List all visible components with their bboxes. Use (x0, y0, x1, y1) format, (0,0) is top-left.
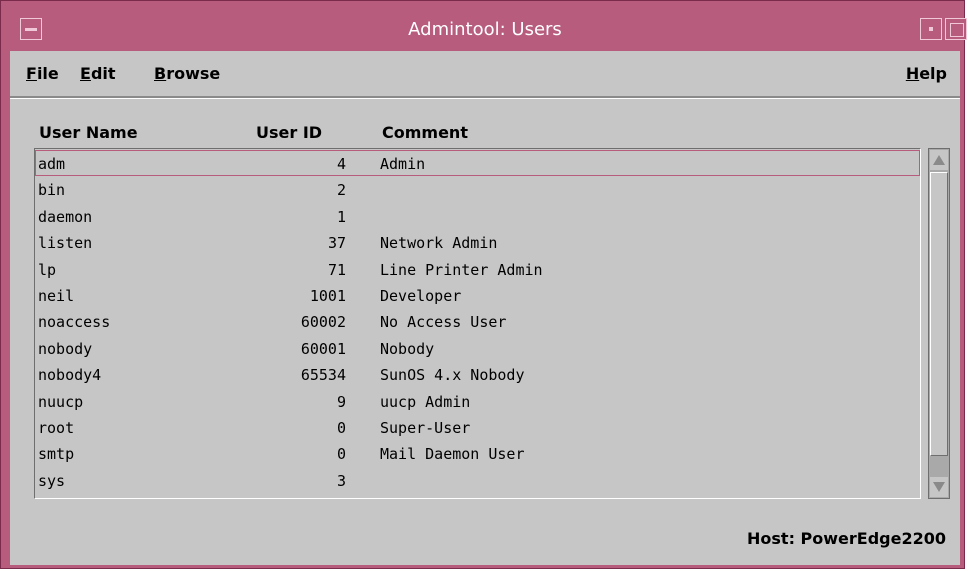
user-name-cell: sys (38, 471, 66, 490)
user-row[interactable]: root 0 Super-User (35, 414, 920, 440)
user-id-cell: 0 (336, 419, 346, 437)
user-comment-cell: uucp Admin (380, 392, 471, 411)
user-name-cell: lp (38, 260, 57, 279)
user-row[interactable]: nobody 60001 Nobody (35, 335, 920, 361)
user-comment-cell: Mail Daemon User (380, 445, 525, 464)
user-row[interactable]: daemon 1 (35, 203, 920, 229)
user-id-cell: 3 (336, 471, 346, 490)
vertical-scrollbar[interactable] (928, 148, 950, 499)
maximize-button[interactable] (945, 18, 967, 40)
user-id-cell: 0 (336, 445, 346, 464)
user-comment-cell: Developer (380, 287, 462, 305)
user-row[interactable]: noaccess 60002 No Access User (35, 308, 920, 334)
user-comment-cell: Line Printer Admin (380, 260, 543, 279)
menu-bar: File Edit Browse Help (10, 51, 960, 98)
user-id-cell: 4 (336, 155, 346, 173)
user-name-cell: listen (38, 234, 93, 253)
column-header-user-name: User Name (39, 123, 138, 142)
user-row[interactable]: nuucp 9 uucp Admin (35, 388, 920, 414)
user-name-cell: adm (38, 155, 66, 173)
scroll-down-arrow-icon[interactable] (930, 477, 948, 497)
menu-file[interactable]: File (26, 64, 59, 83)
user-list[interactable]: adm 4 Admin bin 2 daemon 1 listen 37 Network Admi… (34, 148, 921, 499)
user-comment-cell: Nobody (380, 339, 435, 358)
user-name-cell: bin (38, 181, 66, 200)
menu-help[interactable]: Help (906, 64, 947, 83)
window-client-area: File Edit Browse Help User Name User ID … (10, 51, 960, 565)
user-comment-cell: Admin (380, 155, 426, 173)
title-bar[interactable]: Admintool: Users (10, 9, 967, 49)
user-row[interactable]: nobody4 65534 SunOS 4.x Nobody (35, 361, 920, 387)
user-name-cell: nobody (38, 339, 93, 358)
user-row[interactable]: lp 71 Line Printer Admin (35, 256, 920, 282)
host-label: Host: PowerEdge2200 (747, 529, 946, 548)
user-row[interactable]: neil 1001 Developer (35, 282, 920, 308)
user-id-cell: 60001 (300, 339, 346, 358)
user-row[interactable]: sys 3 (35, 467, 920, 493)
column-header-user-id: User ID (256, 123, 323, 142)
user-comment-cell: SunOS 4.x Nobody (380, 366, 525, 385)
scrollbar-thumb[interactable] (930, 172, 948, 456)
user-name-cell: neil (38, 287, 75, 305)
user-name-cell: daemon (38, 207, 93, 226)
user-id-cell: 65534 (300, 366, 346, 385)
user-row[interactable]: bin 2 (35, 176, 920, 202)
user-comment-cell: Network Admin (380, 234, 498, 253)
menu-edit[interactable]: Edit (80, 64, 116, 83)
minimize-button[interactable] (920, 18, 942, 40)
window-title: Admintool: Users (408, 19, 562, 40)
user-name-cell: smtp (38, 445, 75, 464)
user-name-cell: nuucp (38, 392, 84, 411)
user-row[interactable]: listen 37 Network Admin (35, 229, 920, 255)
column-header-comment: Comment (382, 123, 468, 142)
user-id-cell: 71 (327, 260, 346, 279)
user-id-cell: 1 (336, 207, 346, 226)
user-name-cell: nobody4 (38, 366, 102, 385)
user-id-cell: 2 (336, 181, 346, 200)
user-id-cell: 60002 (300, 313, 346, 332)
user-id-cell: 1001 (309, 287, 346, 305)
user-id-cell: 37 (327, 234, 346, 253)
user-row[interactable]: adm 4 Admin (35, 150, 920, 176)
window-frame: Admintool: Users File Edit Browse Help U… (0, 0, 967, 569)
user-id-cell: 9 (336, 392, 346, 411)
user-comment-cell: No Access User (380, 313, 507, 332)
user-name-cell: noaccess (38, 313, 111, 332)
user-name-cell: root (38, 419, 75, 437)
scroll-up-arrow-icon[interactable] (930, 150, 948, 170)
menu-browse[interactable]: Browse (154, 64, 220, 83)
user-row[interactable]: smtp 0 Mail Daemon User (35, 440, 920, 466)
user-comment-cell: Super-User (380, 419, 471, 437)
